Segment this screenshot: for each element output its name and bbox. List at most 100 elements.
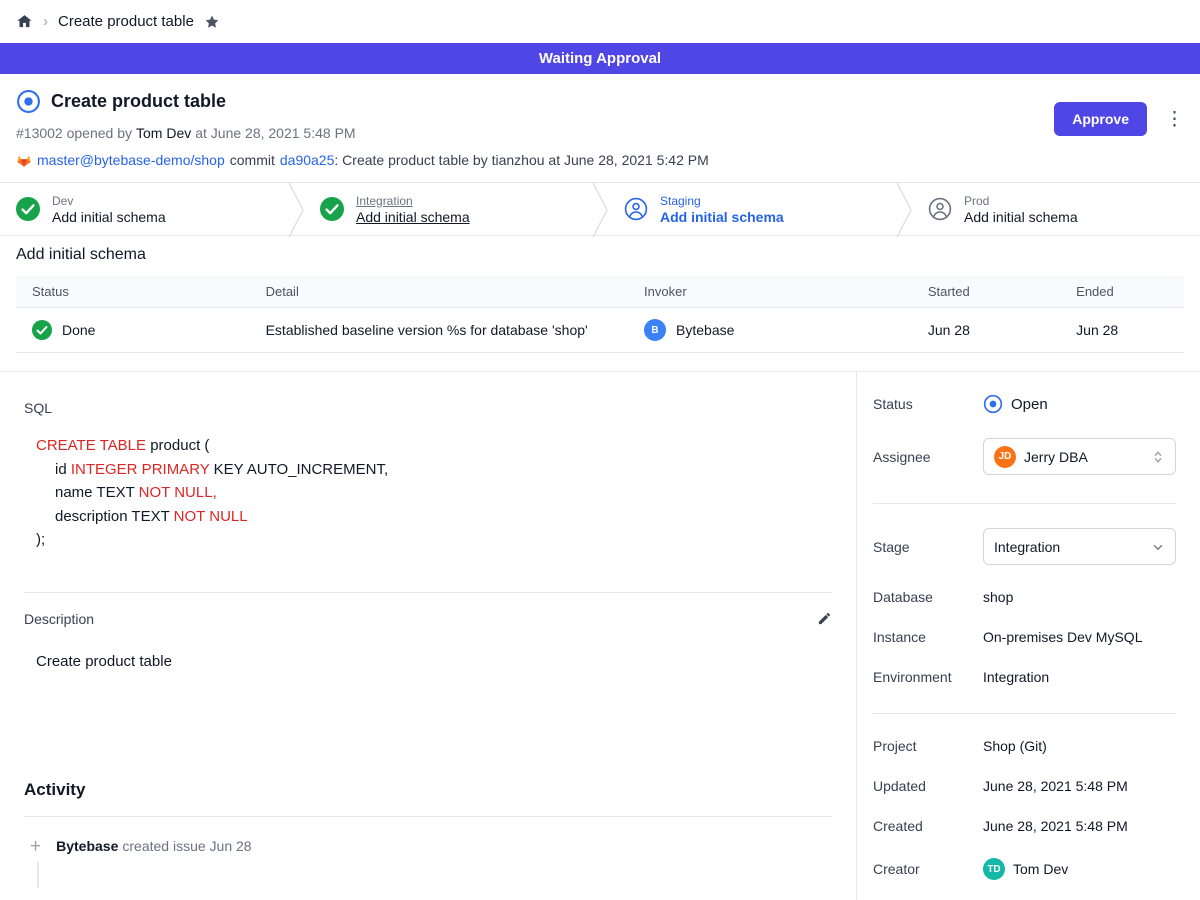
assignee-label: Assignee: [873, 449, 983, 465]
divider: [873, 713, 1176, 714]
plus-icon[interactable]: +: [30, 837, 41, 856]
commit-row: master@bytebase-demo/shop commit da90a25…: [16, 150, 1184, 170]
database-label: Database: [873, 589, 983, 605]
home-icon[interactable]: [16, 13, 33, 30]
creator-label: Creator: [873, 861, 983, 877]
up-down-chevron-icon: [1151, 450, 1165, 464]
environment-label: Environment: [873, 669, 983, 685]
assignee-avatar: JD: [994, 446, 1016, 468]
stage-separator: [896, 183, 912, 235]
invoker-avatar: B: [644, 319, 666, 341]
database-value: shop: [983, 589, 1013, 605]
issue-detail-panel: SQL CREATE TABLE product ( id INTEGER PR…: [0, 372, 856, 900]
created-label: Created: [873, 818, 983, 834]
open-status-icon: [983, 394, 1003, 414]
pipeline: Dev Add initial schema Integration Add i…: [0, 182, 1200, 236]
sql-label: SQL: [24, 400, 832, 416]
divider: [24, 816, 832, 817]
breadcrumb-page-title[interactable]: Create product table: [58, 13, 194, 30]
issue-author: Tom Dev: [136, 125, 191, 141]
assignee-select[interactable]: JD Jerry DBA: [983, 438, 1176, 475]
updated-label: Updated: [873, 778, 983, 794]
commit-branch-link[interactable]: master@bytebase-demo/shop: [37, 152, 225, 168]
issue-sidebar: Status Open Assignee JD Jerry DBA Stage: [856, 372, 1200, 900]
task-status: Done: [62, 322, 95, 338]
issue-header: Create product table #13002 opened by To…: [0, 74, 1200, 182]
person-circle-icon: [928, 197, 952, 221]
chevron-down-icon: [1151, 540, 1165, 554]
task-ended: Jun 28: [1060, 308, 1184, 353]
activity-action: created issue Jun 28: [122, 838, 251, 854]
stage-task-label: Add initial schema: [964, 209, 1078, 225]
pipeline-stage-dev[interactable]: Dev Add initial schema: [0, 183, 288, 235]
stage-value: Integration: [994, 539, 1060, 555]
project-label: Project: [873, 738, 983, 754]
breadcrumb: › Create product table: [0, 0, 1200, 43]
col-header-status: Status: [16, 276, 250, 308]
col-header-ended: Ended: [1060, 276, 1184, 308]
environment-value: Integration: [983, 669, 1049, 685]
activity-title: Activity: [24, 780, 832, 800]
stage-separator: [288, 183, 304, 235]
approve-button[interactable]: Approve: [1054, 102, 1147, 136]
task-section: Add initial schema Status Detail Invoker…: [0, 236, 1200, 371]
description-label: Description: [24, 611, 94, 627]
task-invoker: Bytebase: [676, 322, 734, 338]
issue-opened-time: at June 28, 2021 5:48 PM: [195, 125, 355, 141]
table-row[interactable]: Done Established baseline version %s for…: [16, 308, 1184, 353]
stage-env-label: Prod: [964, 194, 1078, 208]
issue-id: #13002 opened by: [16, 125, 132, 141]
activity-actor: Bytebase: [56, 838, 118, 854]
stage-env-label: Staging: [660, 194, 784, 208]
timeline-connector: [37, 862, 39, 888]
divider: [873, 503, 1176, 504]
activity-entry: + Bytebase created issue Jun 28: [24, 837, 832, 856]
stage-separator: [592, 183, 608, 235]
issue-meta: #13002 opened by Tom Dev at June 28, 202…: [16, 123, 1184, 143]
creator-avatar: TD: [983, 858, 1005, 880]
stage-select[interactable]: Integration: [983, 528, 1176, 565]
stage-label: Stage: [873, 539, 983, 555]
commit-hash-link[interactable]: da90a25: [280, 152, 335, 168]
col-header-started: Started: [912, 276, 1060, 308]
status-banner-text: Waiting Approval: [539, 50, 661, 67]
commit-message: : Create product table by tianzhou at Ju…: [334, 152, 708, 168]
updated-value: June 28, 2021 5:48 PM: [983, 778, 1128, 794]
sql-code-block: CREATE TABLE product ( id INTEGER PRIMAR…: [36, 434, 832, 552]
person-circle-icon: [624, 197, 648, 221]
creator-value: Tom Dev: [1013, 861, 1068, 877]
star-icon[interactable]: [204, 14, 220, 30]
created-value: June 28, 2021 5:48 PM: [983, 818, 1128, 834]
status-label: Status: [873, 396, 983, 412]
stage-task-label: Add initial schema: [356, 209, 470, 225]
gitlab-icon: [16, 153, 32, 168]
description-text: Create product table: [36, 653, 832, 670]
stage-env-label: Integration: [356, 194, 470, 208]
check-circle-icon: [16, 197, 40, 221]
check-circle-icon: [32, 320, 52, 340]
col-header-invoker: Invoker: [628, 276, 912, 308]
pipeline-stage-prod[interactable]: Prod Add initial schema: [912, 183, 1200, 235]
pipeline-stage-integration[interactable]: Integration Add initial schema: [304, 183, 592, 235]
pipeline-stage-staging[interactable]: Staging Add initial schema: [608, 183, 896, 235]
stage-env-label: Dev: [52, 194, 166, 208]
assignee-value: Jerry DBA: [1024, 449, 1088, 465]
task-section-title: Add initial schema: [16, 246, 1184, 264]
divider: [24, 592, 832, 593]
task-started: Jun 28: [912, 308, 1060, 353]
status-value: Open: [1011, 396, 1048, 413]
stage-task-label: Add initial schema: [52, 209, 166, 225]
commit-word: commit: [230, 152, 275, 168]
stage-task-label: Add initial schema: [660, 209, 784, 225]
col-header-detail: Detail: [250, 276, 628, 308]
check-circle-icon: [320, 197, 344, 221]
task-detail: Established baseline version %s for data…: [250, 308, 628, 353]
instance-label: Instance: [873, 629, 983, 645]
task-table: Status Detail Invoker Started Ended Done…: [16, 276, 1184, 353]
status-banner: Waiting Approval: [0, 43, 1200, 74]
edit-pencil-icon[interactable]: [817, 611, 832, 626]
issue-title: Create product table: [51, 91, 226, 112]
kebab-menu-icon[interactable]: ⋮: [1165, 110, 1184, 129]
project-value: Shop (Git): [983, 738, 1047, 754]
instance-value: On-premises Dev MySQL: [983, 629, 1142, 645]
